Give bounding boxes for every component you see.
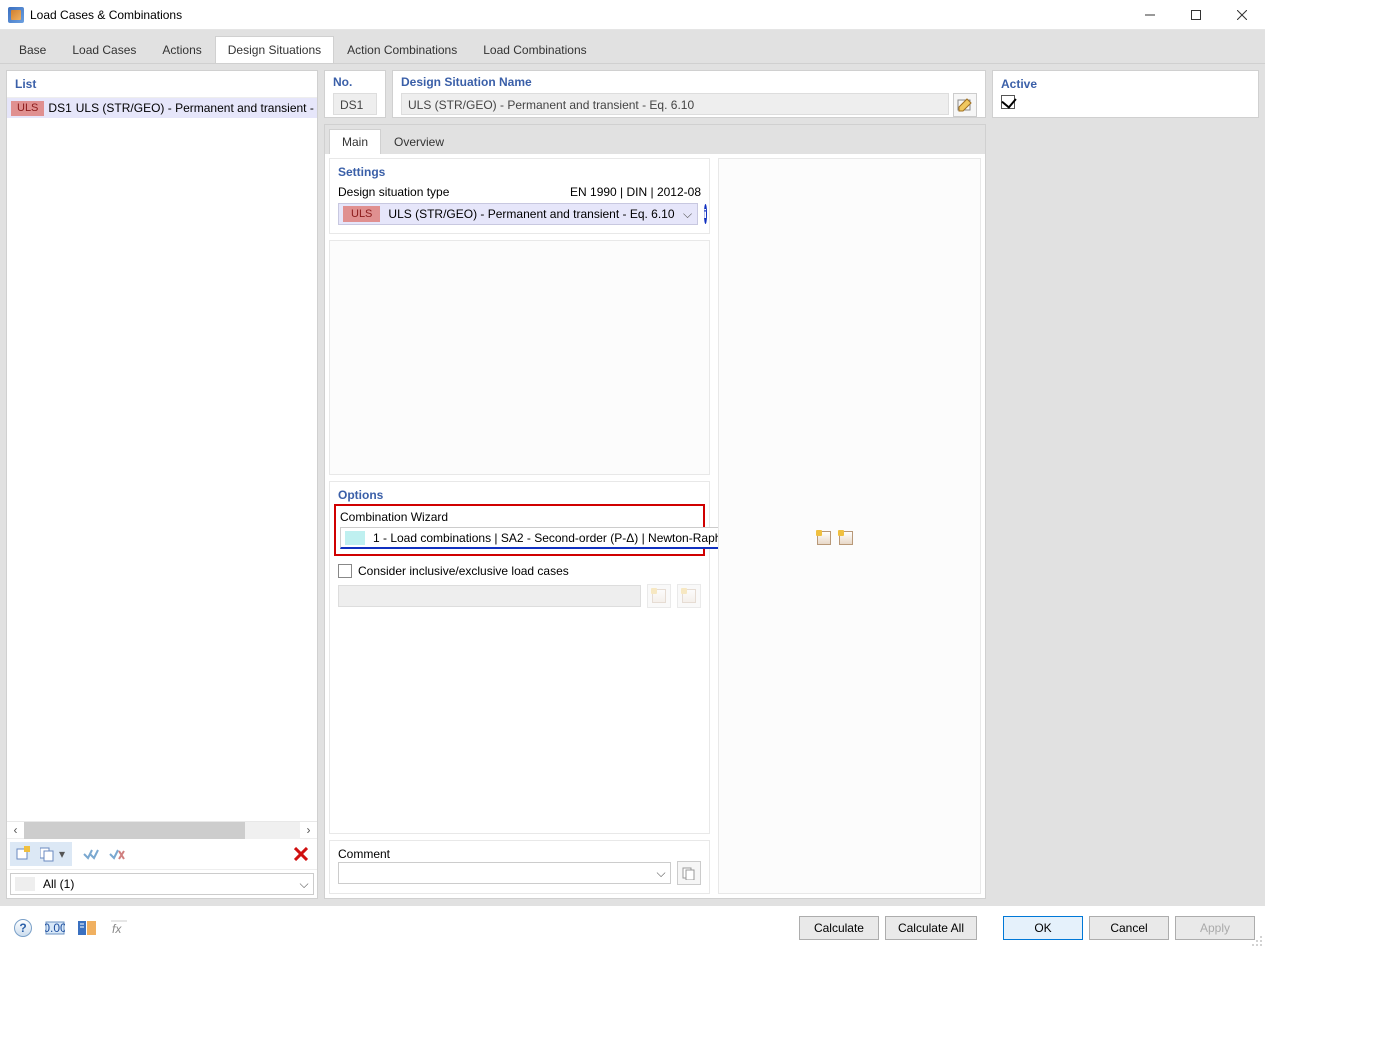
tab-overview[interactable]: Overview — [381, 129, 457, 154]
scroll-right-icon[interactable]: › — [300, 822, 317, 839]
window-title: Load Cases & Combinations — [30, 8, 182, 22]
filter-text: All (1) — [39, 877, 295, 891]
list-item-text: ULS (STR/GEO) - Permanent and transient … — [76, 101, 314, 115]
tab-action-combinations[interactable]: Action Combinations — [334, 36, 470, 63]
incl-new-button — [647, 584, 671, 608]
highlight-box: Combination Wizard 1 - Load combinations… — [334, 504, 705, 556]
name-value: ULS (STR/GEO) - Permanent and transient … — [401, 93, 949, 115]
list-header: List — [7, 71, 317, 98]
list-toolbar: ▾ — [7, 838, 317, 869]
scrollbar-thumb[interactable] — [24, 822, 245, 839]
list-body[interactable]: ULS DS1 ULS (STR/GEO) - Permanent and tr… — [7, 98, 317, 821]
active-checkbox[interactable] — [1001, 95, 1015, 109]
units-button[interactable]: 0.00 — [42, 915, 68, 941]
calculate-button[interactable]: Calculate — [799, 916, 879, 940]
standard-label: EN 1990 | DIN | 2012-08 — [570, 185, 701, 199]
tab-main[interactable]: Main — [329, 129, 381, 154]
detail-tabs: Main Overview — [324, 124, 986, 154]
layout-button[interactable] — [74, 915, 100, 941]
new-icon — [817, 531, 831, 545]
list-item-id: DS1 — [48, 101, 71, 115]
dialog-footer: ? 0.00 fx Calculate Calculate All OK Can… — [0, 905, 1265, 949]
maximize-button[interactable] — [1173, 0, 1219, 30]
name-header: Design Situation Name — [401, 75, 977, 89]
options-group: Options Combination Wizard 1 - Load comb… — [329, 481, 710, 834]
incl-edit-button — [677, 584, 701, 608]
chevron-down-icon: ⌵ — [679, 207, 697, 222]
resize-grip-icon[interactable] — [1249, 933, 1263, 947]
svg-text:0.00: 0.00 — [45, 921, 65, 935]
consider-checkbox[interactable] — [338, 564, 352, 578]
no-header: No. — [333, 75, 377, 89]
active-header: Active — [1001, 77, 1250, 91]
edit-icon — [839, 531, 853, 545]
comment-edit-button[interactable] — [677, 861, 701, 885]
design-situation-type-combo[interactable]: ULS ULS (STR/GEO) - Permanent and transi… — [338, 203, 698, 225]
cancel-button[interactable]: Cancel — [1089, 916, 1169, 940]
design-situation-type-value: ULS (STR/GEO) - Permanent and transient … — [384, 207, 678, 221]
empty-panel — [329, 240, 710, 475]
settings-title: Settings — [338, 165, 701, 179]
design-situation-type-label: Design situation type — [338, 185, 449, 199]
new-item-button[interactable] — [10, 842, 36, 866]
new-icon — [652, 589, 666, 603]
chevron-down-icon: ▾ — [56, 847, 68, 861]
filter-swatch — [15, 877, 35, 891]
main-tabs: Base Load Cases Actions Design Situation… — [0, 30, 1265, 64]
name-panel: Design Situation Name ULS (STR/GEO) - Pe… — [392, 70, 986, 118]
list-panel: List ULS DS1 ULS (STR/GEO) - Permanent a… — [6, 70, 318, 899]
list-item[interactable]: ULS DS1 ULS (STR/GEO) - Permanent and tr… — [7, 98, 317, 118]
comment-title: Comment — [338, 847, 701, 861]
tab-load-combinations[interactable]: Load Combinations — [470, 36, 599, 63]
calculate-all-button[interactable]: Calculate All — [885, 916, 977, 940]
no-panel: No. DS1 — [324, 70, 386, 118]
comment-combo[interactable]: ⌵ — [338, 862, 671, 884]
ok-button[interactable]: OK — [1003, 916, 1083, 940]
list-filter: All (1) ⌵ — [7, 869, 317, 898]
rename-button[interactable] — [953, 93, 977, 117]
inclusive-exclusive-combo — [338, 585, 641, 607]
info-button[interactable]: i — [704, 204, 707, 224]
app-icon — [8, 7, 24, 23]
help-icon: ? — [14, 919, 32, 937]
tab-design-situations[interactable]: Design Situations — [215, 36, 334, 63]
preview-panel — [718, 158, 981, 894]
filter-combo[interactable]: All (1) ⌵ — [10, 873, 314, 895]
edit-icon — [682, 589, 696, 603]
check-cross-tool-button[interactable] — [104, 842, 130, 866]
minimize-button[interactable] — [1127, 0, 1173, 30]
horizontal-scrollbar[interactable]: ‹ › — [7, 821, 317, 838]
delete-button[interactable] — [288, 842, 314, 866]
titlebar: Load Cases & Combinations — [0, 0, 1265, 30]
apply-button: Apply — [1175, 916, 1255, 940]
tab-actions[interactable]: Actions — [149, 36, 214, 63]
svg-text:fx: fx — [112, 922, 122, 936]
settings-group: Settings Design situation type EN 1990 |… — [329, 158, 710, 234]
tab-load-cases[interactable]: Load Cases — [59, 36, 149, 63]
function-button[interactable]: fx — [106, 915, 132, 941]
no-value: DS1 — [333, 93, 377, 115]
scroll-left-icon[interactable]: ‹ — [7, 822, 24, 839]
chevron-down-icon: ⌵ — [295, 877, 313, 892]
uls-chip: ULS — [11, 101, 44, 116]
options-title: Options — [338, 488, 701, 502]
help-button[interactable]: ? — [10, 915, 36, 941]
active-panel: Active — [992, 70, 1259, 118]
close-button[interactable] — [1219, 0, 1265, 30]
combination-wizard-label: Combination Wizard — [340, 510, 699, 524]
uls-chip: ULS — [343, 206, 380, 222]
copy-item-button[interactable]: ▾ — [36, 842, 72, 866]
chevron-down-icon: ⌵ — [652, 866, 670, 881]
tab-base[interactable]: Base — [6, 36, 59, 63]
comment-group: Comment ⌵ — [329, 840, 710, 894]
check-tool-button[interactable] — [78, 842, 104, 866]
consider-label: Consider inclusive/exclusive load cases — [358, 564, 569, 578]
combo-swatch — [345, 531, 365, 545]
